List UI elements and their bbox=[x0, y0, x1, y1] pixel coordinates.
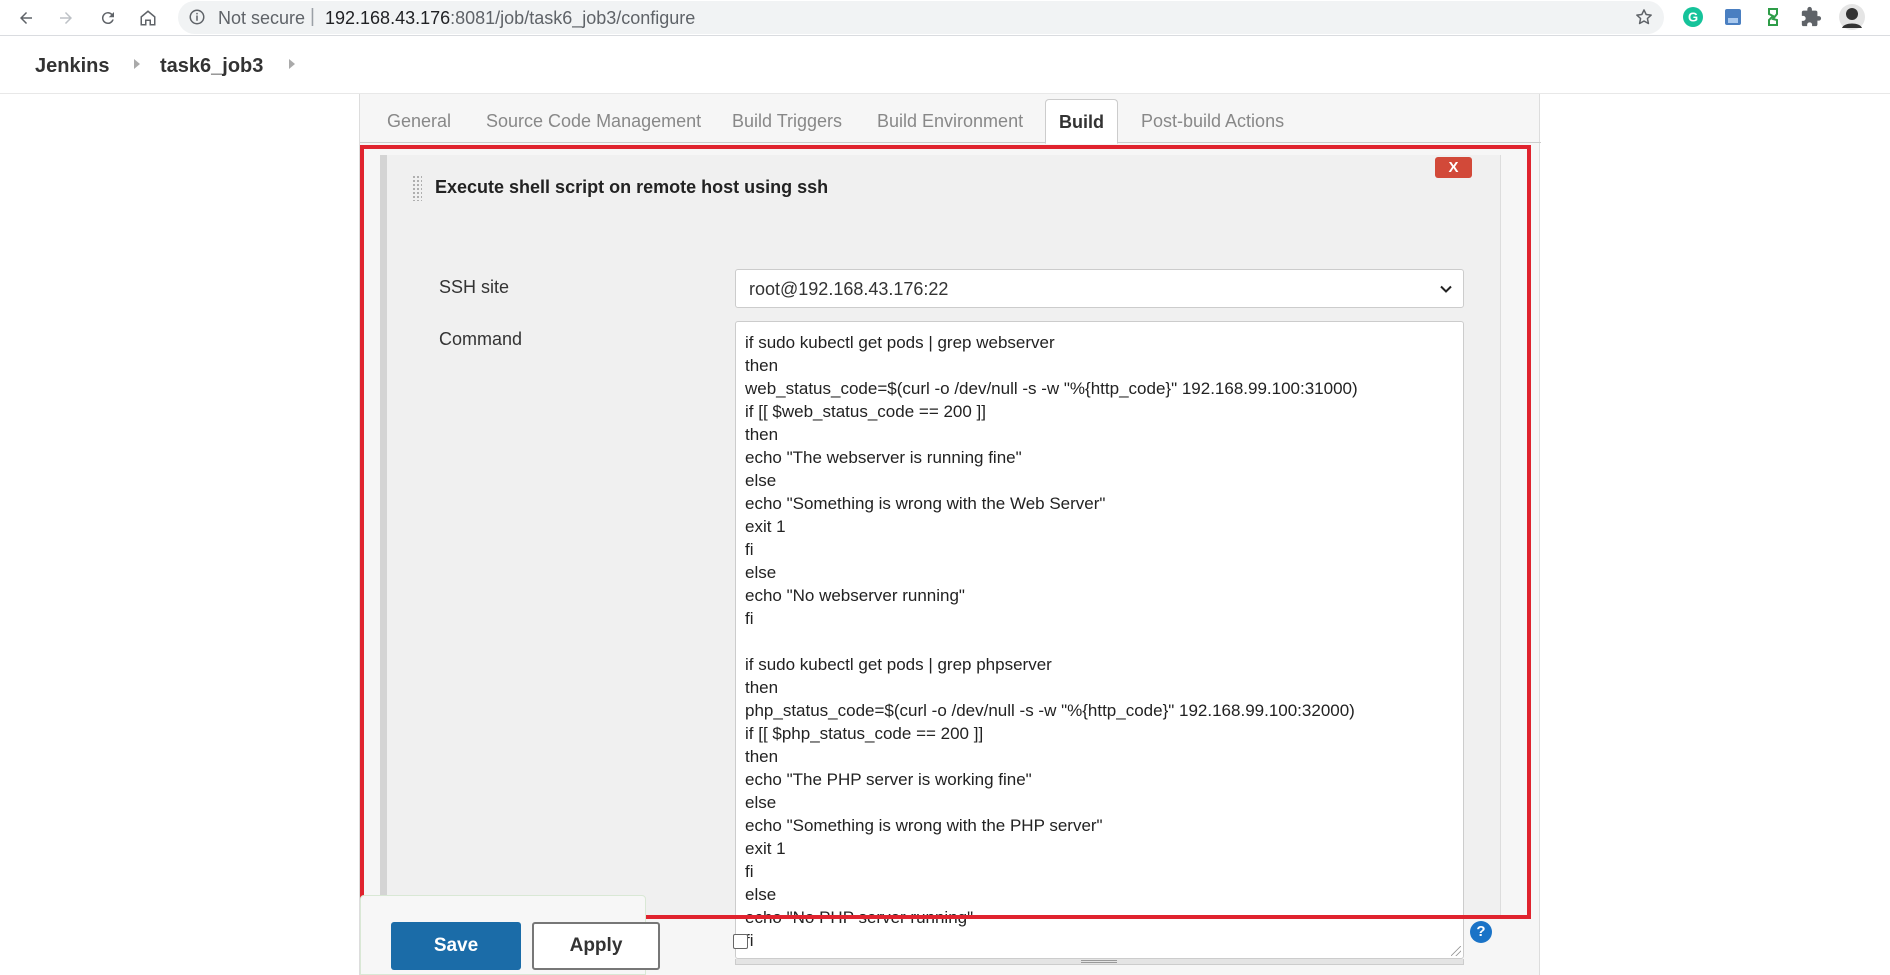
ssh-site-select[interactable]: root@192.168.43.176:22 bbox=[735, 269, 1464, 308]
resize-grip-icon[interactable] bbox=[1451, 946, 1461, 956]
grammarly-extension-icon[interactable]: G bbox=[1682, 6, 1704, 28]
splitter-grip-icon bbox=[1081, 960, 1117, 963]
security-label: Not secure bbox=[218, 8, 306, 28]
green-extension-icon[interactable] bbox=[1762, 6, 1784, 28]
url-path: :8081/job/task6_job3/configure bbox=[450, 8, 696, 28]
back-arrow-icon[interactable] bbox=[12, 4, 40, 32]
breadcrumb: Jenkins task6_job3 bbox=[0, 37, 1890, 94]
command-text: if sudo kubectl get pods | grep webserve… bbox=[745, 333, 1358, 950]
breadcrumb-arrow-icon[interactable] bbox=[289, 59, 295, 69]
url-host: 192.168.43.176 bbox=[325, 8, 451, 28]
delete-step-button[interactable]: X bbox=[1435, 157, 1472, 178]
build-step-ssh: Execute shell script on remote host usin… bbox=[380, 155, 1501, 965]
svg-text:G: G bbox=[1688, 10, 1698, 25]
url-text[interactable]: 192.168.43.176:8081/job/task6_job3/confi… bbox=[325, 8, 695, 29]
apply-button[interactable]: Apply bbox=[532, 922, 660, 970]
tab-source-code-management[interactable]: Source Code Management bbox=[486, 111, 701, 132]
config-tabbar: General Source Code Management Build Tri… bbox=[360, 94, 1541, 144]
reload-icon[interactable] bbox=[94, 4, 122, 32]
info-icon[interactable] bbox=[188, 8, 206, 26]
profile-avatar[interactable] bbox=[1838, 3, 1866, 31]
tab-post-build-actions[interactable]: Post-build Actions bbox=[1141, 111, 1284, 132]
job-config-panel: General Source Code Management Build Tri… bbox=[359, 94, 1541, 975]
home-icon[interactable] bbox=[134, 4, 162, 32]
breadcrumb-arrow-icon[interactable] bbox=[134, 59, 140, 69]
tab-build-environment[interactable]: Build Environment bbox=[877, 111, 1023, 132]
url-separator: | bbox=[310, 6, 315, 27]
forward-arrow-icon[interactable] bbox=[52, 4, 80, 32]
ssh-site-value: root@192.168.43.176:22 bbox=[749, 279, 949, 299]
puzzle-extensions-icon[interactable] bbox=[1800, 6, 1822, 28]
tab-build-triggers[interactable]: Build Triggers bbox=[732, 111, 842, 132]
star-icon[interactable] bbox=[1634, 7, 1654, 27]
chevron-down-icon bbox=[1440, 285, 1452, 293]
address-bar[interactable]: Not secure | 192.168.43.176:8081/job/tas… bbox=[178, 1, 1664, 34]
breadcrumb-item-job[interactable]: task6_job3 bbox=[160, 55, 263, 78]
save-button[interactable]: Save bbox=[391, 922, 521, 970]
command-label: Command bbox=[439, 329, 523, 349]
build-step-title: Execute shell script on remote host usin… bbox=[435, 177, 829, 197]
option-checkbox[interactable] bbox=[733, 934, 748, 949]
translate-extension-icon[interactable] bbox=[1722, 6, 1744, 28]
tab-build[interactable]: Build bbox=[1045, 99, 1118, 144]
drag-handle-icon[interactable] bbox=[412, 175, 422, 201]
help-icon[interactable]: ? bbox=[1470, 921, 1492, 943]
browser-toolbar: Not secure | 192.168.43.176:8081/job/tas… bbox=[0, 0, 1890, 36]
command-textarea[interactable]: if sudo kubectl get pods | grep webserve… bbox=[735, 321, 1464, 959]
ssh-site-label: SSH site bbox=[439, 277, 510, 297]
breadcrumb-item-jenkins[interactable]: Jenkins bbox=[35, 55, 109, 78]
tab-general[interactable]: General bbox=[387, 111, 451, 132]
textarea-splitter[interactable] bbox=[735, 959, 1464, 965]
